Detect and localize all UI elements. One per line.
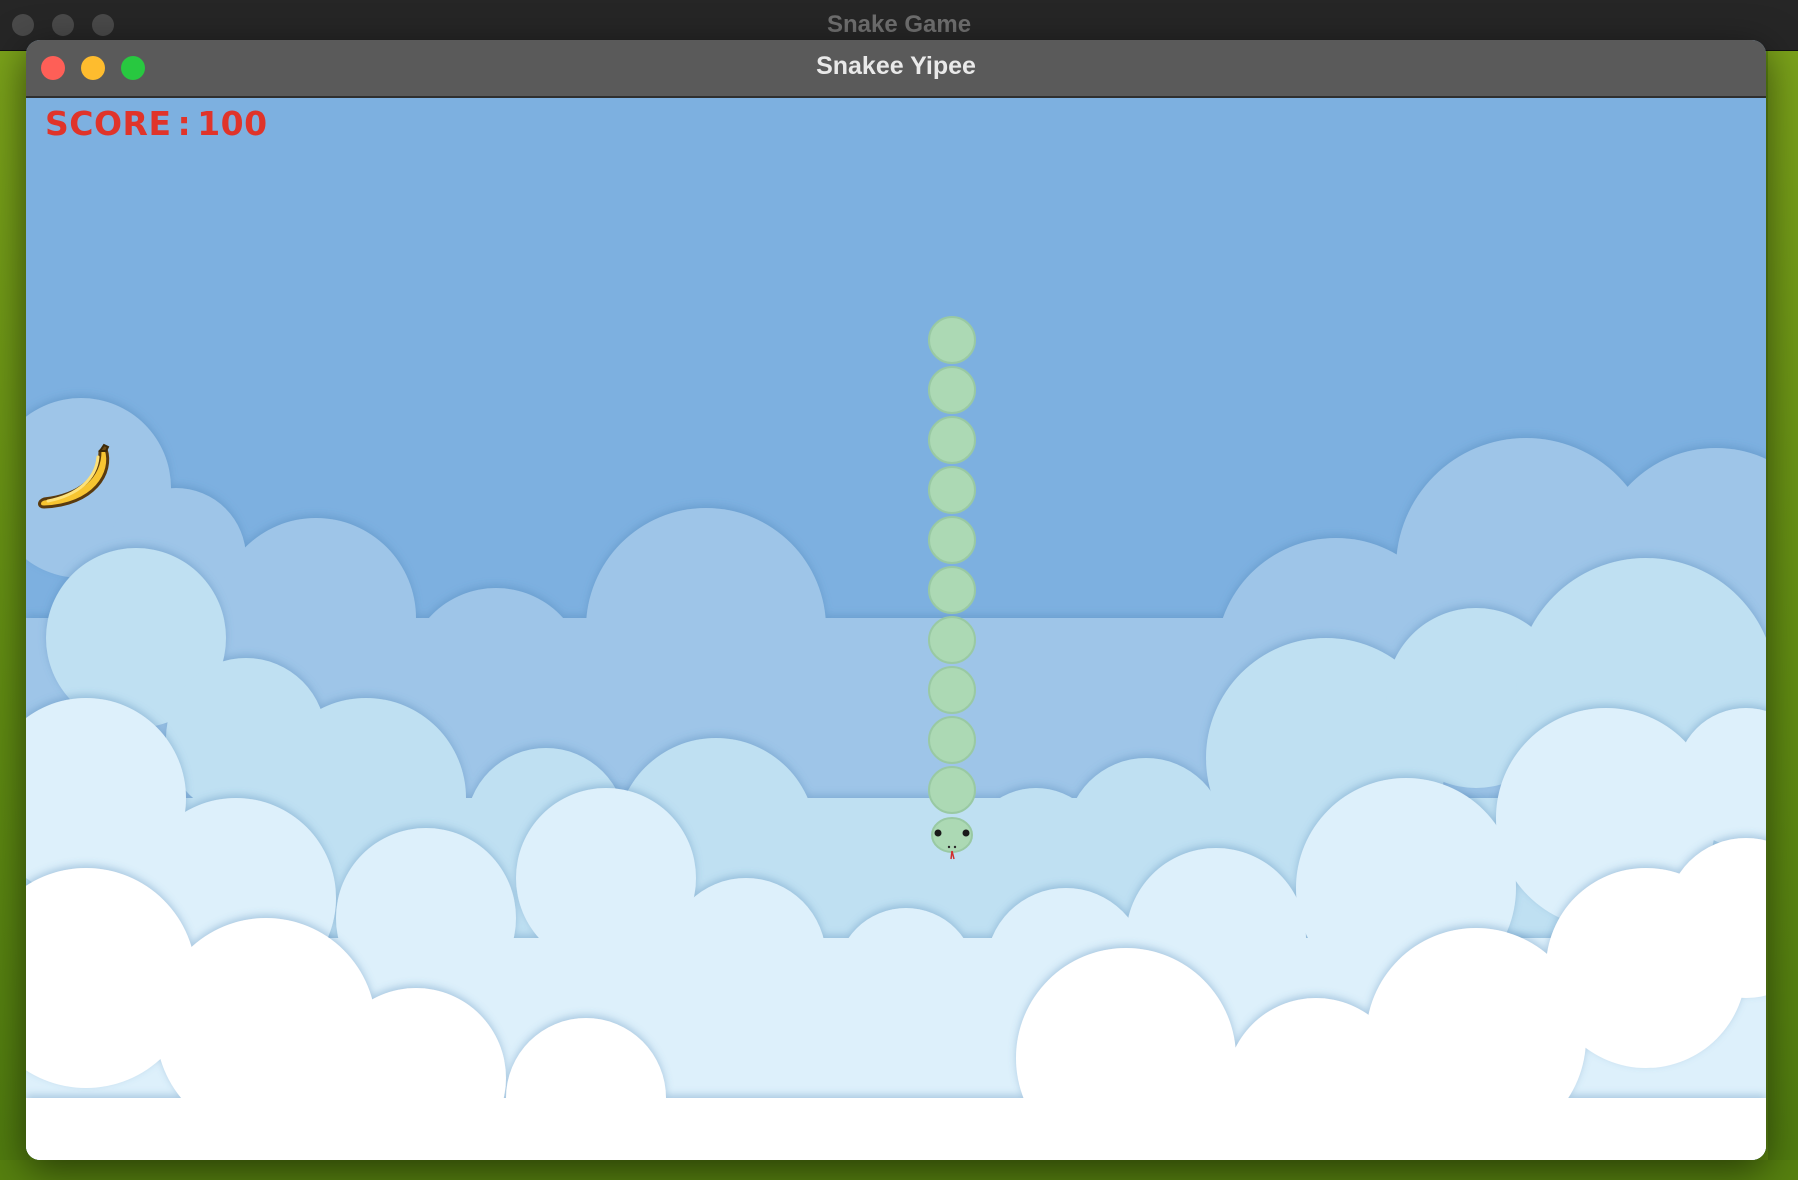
snake-segment (928, 416, 976, 464)
snake-segment (928, 666, 976, 714)
score-value: 100 (197, 104, 268, 143)
snake-segment (928, 516, 976, 564)
game-window-titlebar[interactable]: Snakee Yipee (26, 40, 1766, 98)
snake-segment (928, 466, 976, 514)
cloud-background (26, 98, 1766, 1160)
background-window-edge (1768, 50, 1798, 1180)
snake-segment (928, 366, 976, 414)
banana-icon (38, 443, 110, 509)
background-window-bottom (0, 1160, 1798, 1180)
game-window: Snakee Yipee SCORE: 100 (26, 40, 1766, 1160)
snake-segment (928, 566, 976, 614)
score-display: SCORE:100 (45, 104, 268, 143)
score-separator: : (177, 104, 192, 143)
snake-head (931, 817, 973, 860)
game-canvas[interactable]: SCORE:100 (26, 98, 1766, 1160)
snake-segment (928, 616, 976, 664)
snake-segment (928, 716, 976, 764)
snake-segment (928, 316, 976, 364)
snake-segment (928, 766, 976, 814)
background-window-title: Snake Game (826, 11, 972, 38)
game-window-title: Snakee Yipee (816, 52, 976, 80)
score-label: SCORE (45, 104, 172, 143)
